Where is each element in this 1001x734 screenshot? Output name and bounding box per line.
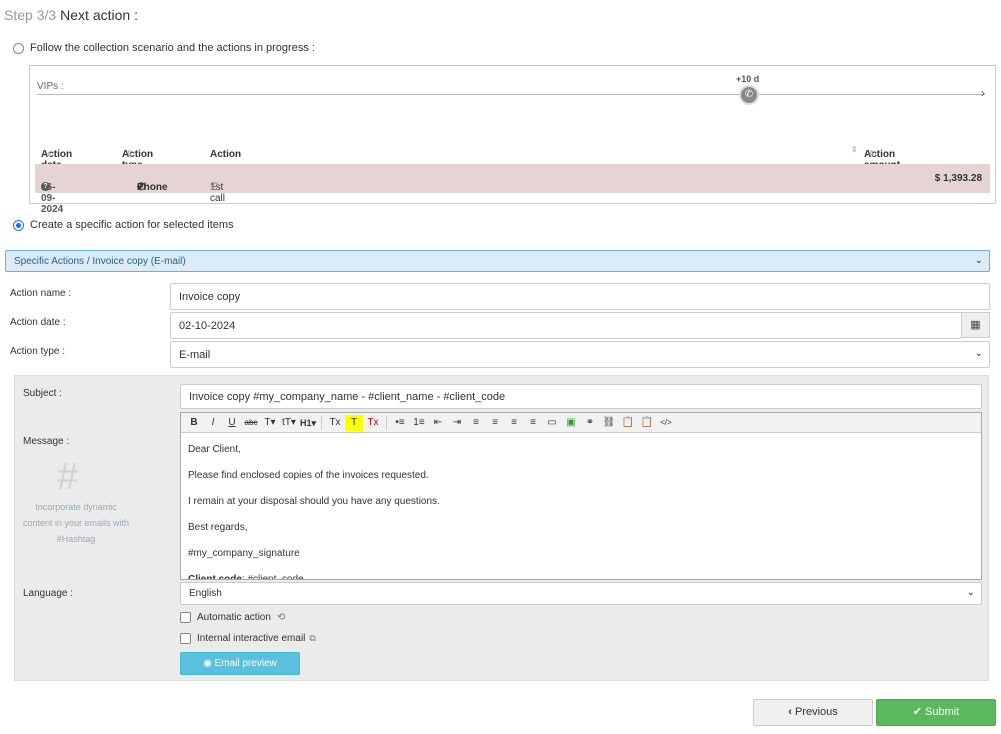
hashtag-icon: # bbox=[57, 456, 79, 498]
external-link-icon: ⧉ bbox=[309, 633, 316, 643]
sort-icon: ⇕ bbox=[126, 149, 133, 158]
action-name-input[interactable]: Invoice copy bbox=[170, 283, 990, 310]
repeat-icon: ⟲ bbox=[276, 612, 286, 623]
follow-scenario-radio[interactable] bbox=[13, 42, 24, 54]
font-family-icon[interactable]: tT▾ bbox=[280, 415, 298, 431]
sort-icon: ⇕ bbox=[868, 149, 875, 158]
chevron-down-icon: ⌄ bbox=[974, 348, 983, 359]
paste-text-icon[interactable]: 📋 bbox=[638, 415, 656, 431]
chevron-left-icon: ‹ bbox=[788, 706, 792, 718]
text-color-icon[interactable]: Tx bbox=[326, 415, 344, 431]
specific-action-select[interactable]: Specific Actions / Invoice copy (E-mail)… bbox=[5, 250, 990, 272]
email-preview-button[interactable]: ◉ Email preview bbox=[180, 652, 300, 675]
eye-icon: ◉ bbox=[203, 658, 212, 669]
body-line: #my_company_signature bbox=[188, 548, 300, 559]
language-label: Language : bbox=[23, 588, 74, 599]
body-line: Best regards, bbox=[188, 522, 248, 533]
body-line: Please find enclosed copies of the invoi… bbox=[188, 470, 429, 481]
check-icon: ✔ bbox=[912, 706, 922, 718]
specific-action-radio[interactable] bbox=[13, 219, 24, 231]
timeline-next-icon[interactable]: › bbox=[981, 86, 985, 100]
interactive-email-option[interactable]: Internal interactive email ⧉ bbox=[180, 633, 316, 644]
previous-button[interactable]: ‹ Previous bbox=[753, 699, 873, 726]
unlink-icon[interactable]: ⛓ bbox=[600, 415, 618, 431]
body-line: I remain at your disposal should you hav… bbox=[188, 496, 440, 507]
sort-icon[interactable]: ⇕ bbox=[851, 145, 858, 154]
subject-label: Subject : bbox=[23, 388, 62, 399]
justify-icon[interactable]: ≡ bbox=[524, 415, 542, 431]
link-icon[interactable]: ⚭ bbox=[581, 415, 599, 431]
align-center-icon[interactable]: ≡ bbox=[486, 415, 504, 431]
editor-body[interactable]: Dear Client, Please find enclosed copies… bbox=[181, 433, 981, 579]
timeline-row-label: VIPs : bbox=[37, 81, 64, 92]
phone-icon[interactable]: ✆ bbox=[739, 85, 759, 105]
follow-scenario-label: Follow the collection scenario and the a… bbox=[30, 42, 315, 54]
horizontal-rule-icon[interactable]: ▭ bbox=[543, 415, 561, 431]
submit-button[interactable]: ✔ Submit bbox=[876, 699, 996, 726]
body-line: Client code: #client_code bbox=[188, 567, 974, 579]
clear-format-icon[interactable]: Tx bbox=[364, 415, 382, 431]
image-icon[interactable]: ▣ bbox=[562, 415, 580, 431]
automatic-action-option[interactable]: Automatic action ⟲ bbox=[180, 612, 285, 623]
bullet-list-icon[interactable]: •≡ bbox=[391, 415, 409, 431]
help-icon: ? bbox=[41, 182, 50, 191]
paste-icon[interactable]: 📋 bbox=[619, 415, 637, 431]
action-date-input[interactable]: 02-10-2024 bbox=[170, 312, 962, 339]
action-type-label: Action type : bbox=[10, 346, 66, 357]
row-action-amount: $ 1,393.28 bbox=[934, 173, 982, 184]
page-title: Next action : bbox=[60, 7, 138, 23]
source-code-icon[interactable]: </> bbox=[657, 415, 675, 431]
email-panel: Subject : Invoice copy #my_company_name … bbox=[14, 375, 989, 681]
table-row[interactable]: 16-09-2024 ? ✆ Phone 1st call ☰ $ 1,393.… bbox=[35, 164, 990, 215]
chevron-down-icon: ⌄ bbox=[966, 587, 975, 598]
action-date-label: Action date : bbox=[10, 317, 66, 328]
message-editor[interactable]: B I U abc T▾ tT▾ H1▾ Tx T Tx •≡ 1≡ ⇤ ⇥ ≡… bbox=[180, 412, 982, 580]
font-size-icon[interactable]: T▾ bbox=[261, 415, 279, 431]
sort-icon: ▲ bbox=[45, 149, 53, 158]
timeline-line bbox=[37, 94, 985, 95]
numbered-list-icon[interactable]: 1≡ bbox=[410, 415, 428, 431]
indent-icon[interactable]: ⇥ bbox=[448, 415, 466, 431]
subject-input[interactable]: Invoice copy #my_company_name - #client_… bbox=[180, 384, 982, 409]
action-type-select[interactable]: E-mail ⌄ bbox=[170, 341, 990, 368]
hashtag-hint: Incorporate dynamic content in your emai… bbox=[22, 502, 130, 544]
body-line: Dear Client, bbox=[188, 444, 241, 455]
option-specific-action[interactable]: Create a specific action for selected it… bbox=[13, 219, 234, 231]
step-indicator: Step 3/3 bbox=[4, 7, 57, 23]
calendar-icon[interactable]: ▦ bbox=[961, 312, 990, 338]
scenario-panel: VIPs : › +10 d ✆ Action date▲ Action typ… bbox=[29, 65, 996, 215]
chevron-down-icon: ⌄ bbox=[974, 255, 983, 266]
timeline-marker-label: +10 d bbox=[736, 74, 760, 84]
language-select[interactable]: English ⌄ bbox=[180, 582, 982, 605]
editor-toolbar: B I U abc T▾ tT▾ H1▾ Tx T Tx •≡ 1≡ ⇤ ⇥ ≡… bbox=[181, 413, 981, 433]
strikethrough-icon[interactable]: abc bbox=[242, 415, 260, 431]
bold-icon[interactable]: B bbox=[185, 415, 203, 431]
action-name-label: Action name : bbox=[10, 288, 72, 299]
list-icon: ☰ bbox=[210, 182, 219, 193]
specific-action-label: Create a specific action for selected it… bbox=[30, 219, 234, 231]
heading-icon[interactable]: H1▾ bbox=[299, 415, 317, 431]
align-right-icon[interactable]: ≡ bbox=[505, 415, 523, 431]
actions-table-header: Action date▲ Action type⇕ Action ⇕ Actio… bbox=[41, 145, 900, 193]
highlight-icon[interactable]: T bbox=[345, 414, 363, 431]
option-follow-scenario[interactable]: Follow the collection scenario and the a… bbox=[13, 42, 315, 54]
align-left-icon[interactable]: ≡ bbox=[467, 415, 485, 431]
automatic-action-checkbox[interactable] bbox=[180, 612, 191, 623]
step-title: Step 3/3 Next action : bbox=[4, 7, 138, 23]
outdent-icon[interactable]: ⇤ bbox=[429, 415, 447, 431]
underline-icon[interactable]: U bbox=[223, 415, 241, 431]
italic-icon[interactable]: I bbox=[204, 415, 222, 431]
interactive-email-checkbox[interactable] bbox=[180, 633, 191, 644]
message-label: Message : bbox=[23, 436, 70, 447]
